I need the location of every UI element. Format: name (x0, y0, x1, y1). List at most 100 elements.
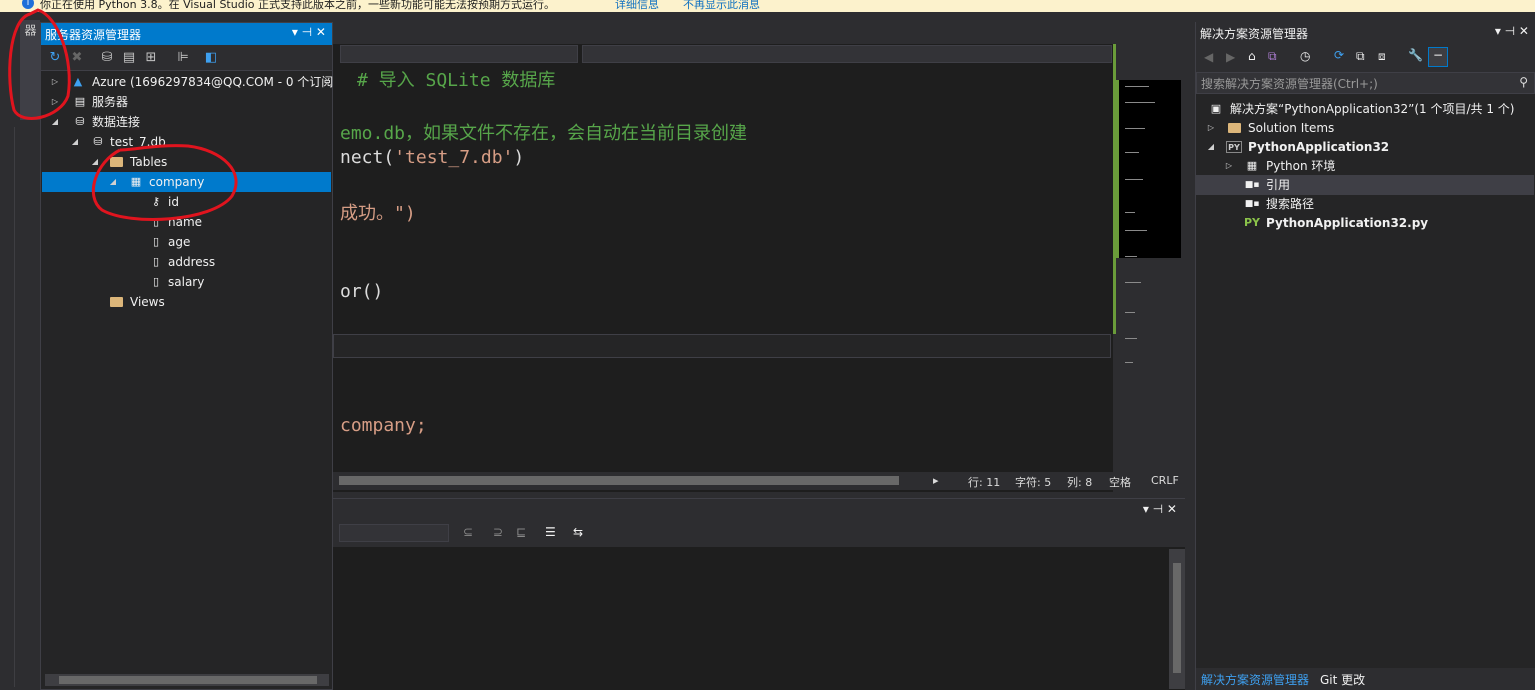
code-line-3: nect('test_7.db') (340, 147, 524, 168)
code-editor[interactable] (333, 22, 1113, 492)
column-icon: ▯ (152, 255, 160, 268)
tree-item-python-env[interactable]: ▷ ▦ Python 环境 (1196, 156, 1534, 176)
switch-views-icon[interactable]: ⧉ (1268, 49, 1277, 64)
tree-item-tables[interactable]: ◢ Tables (42, 152, 331, 172)
tree-item-references[interactable]: ■▪ 引用 (1196, 175, 1534, 195)
expand-arrow-icon[interactable]: ▷ (50, 72, 60, 92)
tree-item-column-age[interactable]: ▯ age (42, 232, 331, 252)
server-explorer-title: 服务器资源管理器 (45, 28, 142, 42)
editor-hscrollbar[interactable] (339, 476, 899, 485)
code-line-5: or() (340, 281, 384, 302)
tree-item-azure[interactable]: ▷ ▲ Azure (1696297834@QQ.COM - 0 个订阅) (42, 72, 338, 92)
folder-icon (110, 297, 123, 307)
tab-git-changes[interactable]: Git 更改 (1320, 671, 1365, 688)
search-icon[interactable]: ⚲ (1519, 75, 1528, 89)
connect-database-icon[interactable]: ⛁ (99, 50, 115, 66)
find-message-icon[interactable]: ⊑ (516, 525, 526, 539)
expand-arrow-icon[interactable]: ▷ (50, 92, 60, 112)
editor-find-bar[interactable] (333, 334, 1111, 358)
tree-item-data-connections[interactable]: ◢ ⛁ 数据连接 (42, 112, 331, 132)
server-explorer-hscrollbar[interactable] (45, 674, 329, 686)
strip-divider (14, 127, 15, 687)
tree-item-column-id[interactable]: ⚷ id (42, 192, 331, 212)
collapse-arrow-icon[interactable]: ◢ (90, 152, 100, 172)
add-connection-icon[interactable]: ⊞ (143, 50, 159, 66)
azure-icon: ▲ (73, 75, 83, 88)
dismiss-link[interactable]: 不再显示此消息 (683, 0, 760, 12)
scrollbar-thumb[interactable] (1173, 563, 1181, 673)
collapse-arrow-icon[interactable]: ◢ (1206, 137, 1216, 157)
code-line-4: 成功。") (340, 203, 416, 224)
tree-item-servers[interactable]: ▷ ▤ 服务器 (42, 92, 331, 112)
preview-icon[interactable]: − (1428, 47, 1448, 67)
panel-window-buttons[interactable]: ▾ ⊣ ✕ (292, 25, 326, 39)
tree-item-column-address[interactable]: ▯ address (42, 252, 331, 272)
goto-next-icon[interactable]: ⊇ (493, 525, 503, 539)
tree-item-solution-items[interactable]: ▷ Solution Items (1196, 118, 1534, 138)
tree-item-py-file[interactable]: PY PythonApplication32.py (1196, 213, 1534, 233)
server-explorer-title-bar: 服务器资源管理器 ▾ ⊣ ✕ (41, 23, 332, 45)
status-char: 字符: 5 (1015, 476, 1052, 489)
properties-icon[interactable]: 🔧 (1408, 48, 1423, 62)
azure-connect-icon[interactable]: ◧ (203, 50, 219, 66)
tree-item-column-name[interactable]: ▯ name (42, 212, 331, 232)
tree-item-column-salary[interactable]: ▯ salary (42, 272, 331, 292)
sync-icon[interactable]: ⟳ (1334, 48, 1344, 62)
tab-solution-explorer[interactable]: 解决方案资源管理器 (1201, 671, 1309, 688)
collapse-arrow-icon[interactable]: ◢ (50, 112, 60, 132)
refresh-icon[interactable]: ↻ (47, 50, 63, 66)
back-icon[interactable]: ◀ (1204, 50, 1213, 64)
code-token: 'test_7.db' (394, 147, 514, 168)
show-all-files-icon[interactable]: ⧈ (1378, 49, 1386, 64)
server-explorer-vertical-tab[interactable]: 服务器资源管理器 (20, 20, 54, 120)
environment-icon: ▦ (1246, 159, 1258, 172)
editor-member-dropdown[interactable] (582, 45, 1112, 63)
collapse-all-icon[interactable]: ⧉ (1356, 49, 1365, 64)
details-link[interactable]: 详细信息 (615, 0, 659, 12)
stop-icon[interactable]: ✖ (69, 50, 85, 66)
output-window-buttons[interactable]: ▾ ⊣ ✕ (1143, 502, 1177, 516)
solution-search-box[interactable]: 搜索解决方案资源管理器(Ctrl+;) ⚲ (1196, 72, 1535, 94)
expand-arrow-icon[interactable]: ▷ (1224, 156, 1234, 176)
folder-icon (1228, 123, 1241, 133)
code-token: nect( (340, 147, 395, 168)
server-explorer-panel: 服务器资源管理器 ▾ ⊣ ✕ ↻ ✖ ⛁ ▤ ⊞ ⊫ ◧ ▷ ▲ Azure (… (40, 22, 338, 690)
home-icon[interactable]: ⌂ (1248, 49, 1256, 63)
clear-all-icon[interactable]: ☰ (545, 525, 556, 539)
filter-icon[interactable]: ⊫ (175, 50, 191, 66)
solution-icon: ▣ (1210, 102, 1222, 115)
expand-arrow-icon[interactable]: ▷ (1206, 118, 1216, 138)
scroll-right-icon[interactable]: ▸ (933, 474, 939, 487)
code-line-6: company; (340, 415, 427, 436)
editor-minimap[interactable] (1113, 44, 1185, 472)
tree-item-search-paths[interactable]: ■▪ 搜索路径 (1196, 194, 1534, 214)
connect-server-icon[interactable]: ▤ (121, 50, 137, 66)
references-icon: ■▪ (1244, 180, 1260, 190)
status-line: 行: 11 (968, 476, 1001, 489)
output-toolbar: ⊆ ⊇ ⊑ ☰ ⇆ (333, 521, 1185, 547)
output-source-dropdown[interactable] (339, 524, 449, 542)
minimap-line (1125, 230, 1147, 231)
forward-icon[interactable]: ▶ (1226, 50, 1235, 64)
tree-item-project[interactable]: ◢ PY PythonApplication32 (1196, 137, 1534, 157)
editor-tab-strip (333, 22, 1163, 44)
tree-item-company-table[interactable]: ◢ ▦ company (42, 172, 331, 192)
goto-prev-icon[interactable]: ⊆ (463, 525, 473, 539)
tree-item-views[interactable]: Views (42, 292, 331, 312)
python-file-icon: PY (1244, 216, 1261, 229)
scrollbar-thumb[interactable] (59, 676, 317, 684)
minimap-viewport[interactable] (1116, 80, 1181, 258)
table-icon: ▦ (130, 175, 142, 188)
status-spaces[interactable]: 空格 (1109, 474, 1131, 490)
pending-changes-icon[interactable]: ◷ (1300, 49, 1310, 63)
collapse-arrow-icon[interactable]: ◢ (108, 172, 118, 192)
word-wrap-icon[interactable]: ⇆ (573, 525, 583, 539)
collapse-arrow-icon[interactable]: ◢ (70, 132, 80, 152)
status-eol[interactable]: CRLF (1151, 474, 1179, 487)
tree-item-database[interactable]: ◢ ⛁ test_7.db (42, 132, 331, 152)
panel-window-buttons[interactable]: ▾ ⊣ ✕ (1495, 24, 1529, 38)
tree-item-solution[interactable]: ▣ 解决方案“PythonApplication32”(1 个项目/共 1 个) (1196, 99, 1534, 119)
search-paths-icon: ■▪ (1244, 199, 1260, 209)
editor-scope-dropdown[interactable] (340, 45, 578, 63)
output-vscrollbar[interactable] (1169, 549, 1185, 689)
